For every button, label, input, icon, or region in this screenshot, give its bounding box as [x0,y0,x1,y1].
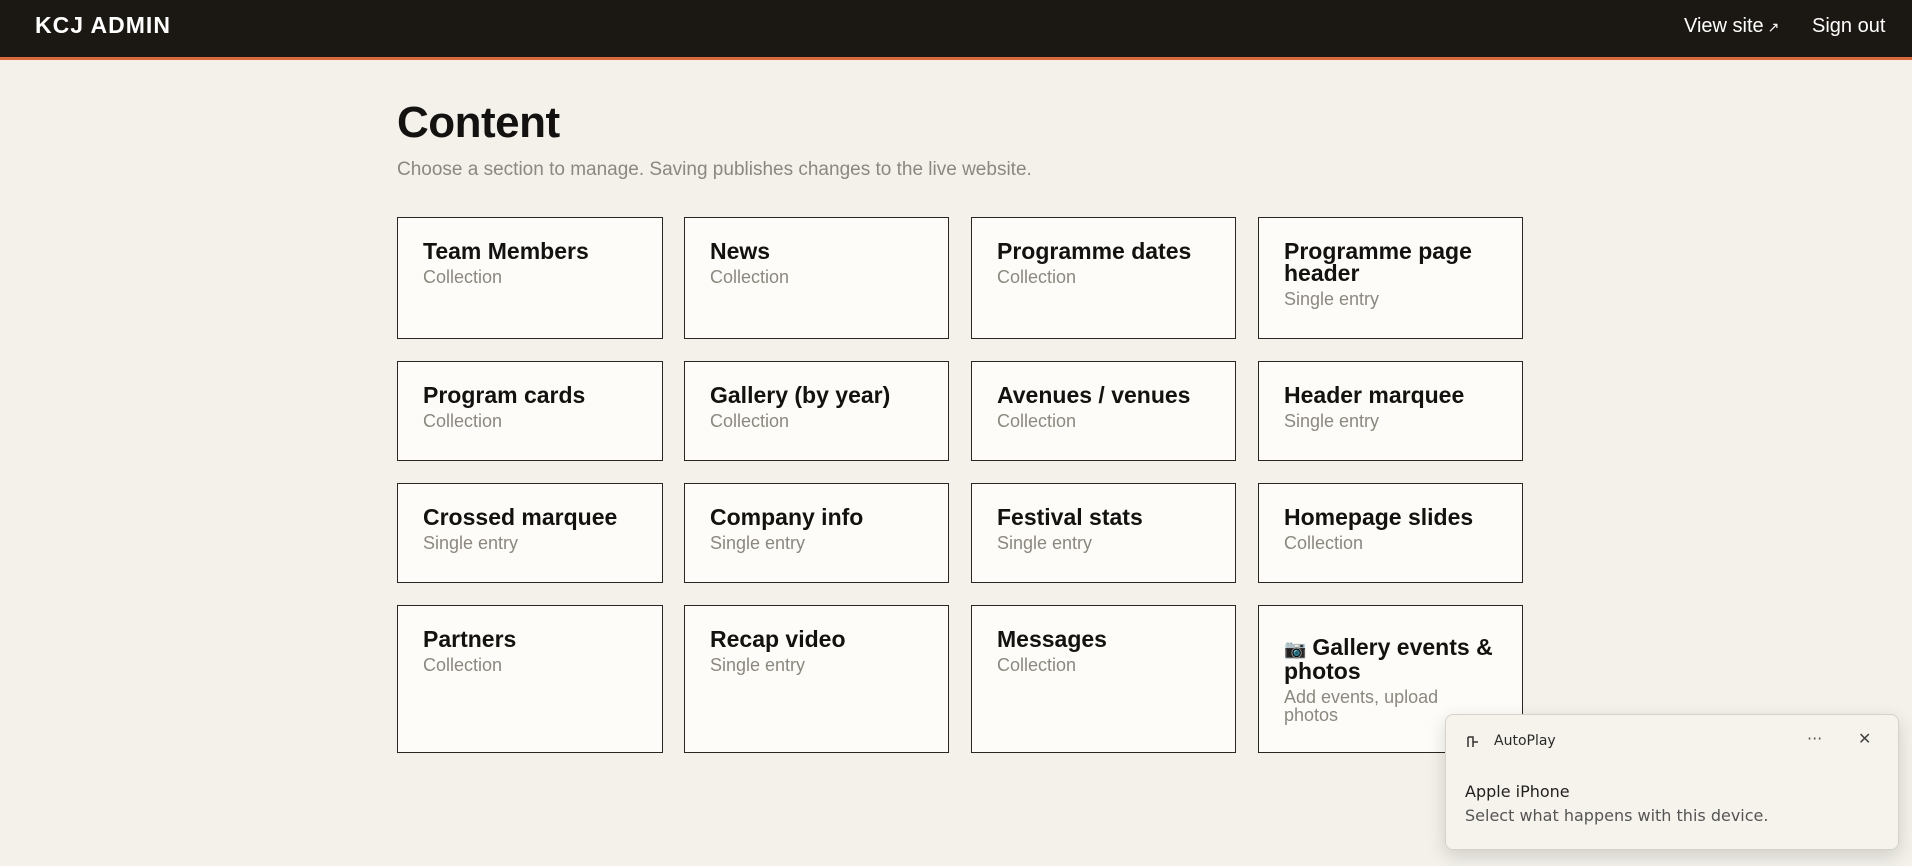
card-title: Team Members [423,238,589,264]
card-type: Collection [423,267,503,287]
card-title: Header marquee [1284,382,1465,408]
card-title: 📷 Gallery events & photos [1284,634,1497,684]
card-title: Programme dates [997,238,1192,264]
card-type: Collection [710,267,790,287]
card-type: Single entry [710,533,806,553]
card-type: Single entry [1284,289,1380,309]
card-type: Collection [1284,533,1364,553]
card-title: Program cards [423,382,586,408]
notification-app-name: AutoPlay [1494,733,1556,749]
card-title: Festival stats [997,504,1143,530]
camera-icon: 📷 [1284,639,1307,659]
card-type: Collection [997,411,1077,431]
notification-title: Apple iPhone [1465,782,1570,801]
autoplay-notification[interactable]: AutoPlay ··· ✕ Apple iPhone Select what … [1445,714,1899,850]
page-title: Content [397,98,560,147]
card-title: Recap video [710,626,846,652]
card-title: Partners [423,626,517,652]
card-program-cards[interactable]: Program cards Collection [397,361,663,461]
card-type: Collection [710,411,790,431]
card-type: Collection [423,655,503,675]
card-title: Crossed marquee [423,504,618,530]
card-title: Avenues / venues [997,382,1191,408]
view-site-label: View site [1684,15,1764,37]
card-title: Messages [997,626,1107,652]
sign-out-link[interactable]: Sign out [1812,15,1885,38]
card-avenues-venues[interactable]: Avenues / venues Collection [971,361,1236,461]
top-bar: KCJ ADMIN View site ↗ Sign out [0,0,1912,60]
card-title: Programme page header [1284,238,1472,286]
page-subtitle: Choose a section to manage. Saving publi… [397,159,1032,180]
close-icon[interactable]: ✕ [1858,729,1871,748]
card-news[interactable]: News Collection [684,217,949,339]
card-festival-stats[interactable]: Festival stats Single entry [971,483,1236,583]
card-type: Single entry [1284,411,1380,431]
card-gallery-by-year[interactable]: Gallery (by year) Collection [684,361,949,461]
brand-logo: KCJ ADMIN [35,12,171,38]
card-header-marquee[interactable]: Header marquee Single entry [1258,361,1523,461]
card-team-members[interactable]: Team Members Collection [397,217,663,339]
card-type: Collection [997,655,1077,675]
notification-body: Select what happens with this device. [1465,806,1769,825]
card-title: Homepage slides [1284,504,1474,530]
card-title: Company info [710,504,864,530]
card-type: Single entry [710,655,806,675]
card-programme-dates[interactable]: Programme dates Collection [971,217,1236,339]
card-title: News [710,238,771,264]
card-type: Collection [423,411,503,431]
card-type: Single entry [997,533,1093,553]
card-messages[interactable]: Messages Collection [971,605,1236,753]
card-title: Gallery (by year) [710,382,891,408]
card-partners[interactable]: Partners Collection [397,605,663,753]
view-site-link[interactable]: View site ↗ [1684,15,1779,38]
autoplay-icon [1467,736,1478,747]
card-type: Collection [997,267,1077,287]
card-programme-page-header[interactable]: Programme page header Single entry [1258,217,1523,339]
card-type: Single entry [423,533,519,553]
card-crossed-marquee[interactable]: Crossed marquee Single entry [397,483,663,583]
external-link-icon: ↗ [1767,19,1780,35]
card-homepage-slides[interactable]: Homepage slides Collection [1258,483,1523,583]
card-title-text: Gallery events & photos [1284,634,1493,684]
more-options-icon[interactable]: ··· [1807,729,1822,748]
card-company-info[interactable]: Company info Single entry [684,483,949,583]
card-recap-video[interactable]: Recap video Single entry [684,605,949,753]
